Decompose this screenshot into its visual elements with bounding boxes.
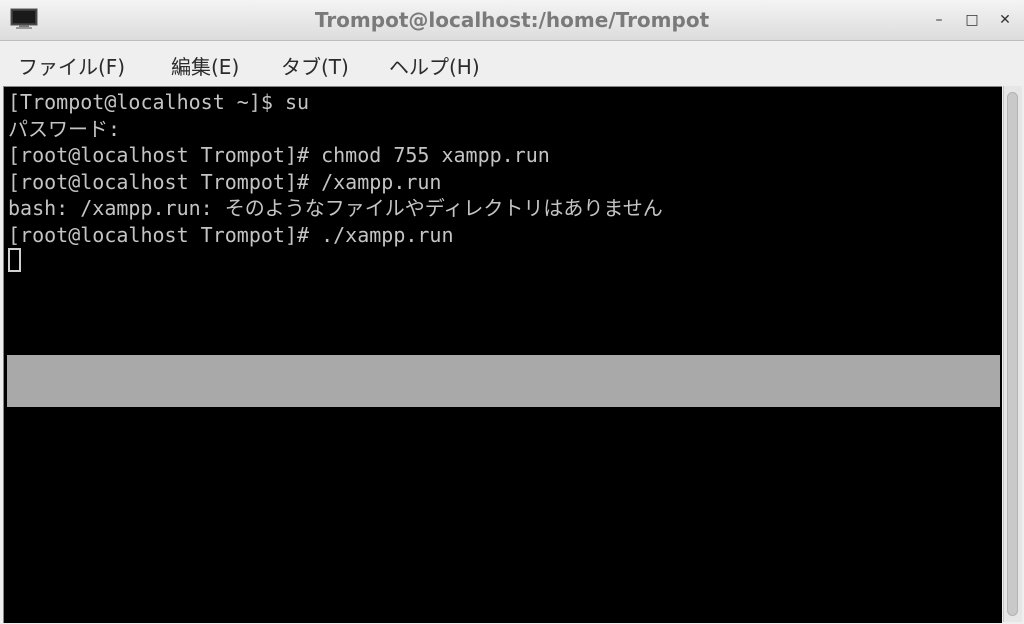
terminal-line: [Trompot@localhost ~]$ su xyxy=(8,90,310,114)
menu-edit[interactable]: 編集(E) xyxy=(171,51,239,80)
scrollbar-thumb[interactable] xyxy=(1007,92,1018,616)
text-cursor xyxy=(8,248,21,272)
terminal-line: bash: /xampp.run: そのようなファイルやディレクトリはありません xyxy=(8,196,663,220)
terminal-line: パスワード: xyxy=(8,116,121,141)
minimize-button[interactable]: – xyxy=(928,9,950,31)
menu-file[interactable]: ファイル(F) xyxy=(18,51,125,80)
terminal-output[interactable]: [Trompot@localhost ~]$ su パスワード: [root@l… xyxy=(3,86,1002,623)
terminal-line: [root@localhost Trompot]# /xampp.run xyxy=(8,169,442,194)
maximize-button[interactable]: □ xyxy=(961,9,983,31)
vertical-scrollbar[interactable] xyxy=(1003,86,1022,622)
selection-highlight xyxy=(7,355,1000,407)
title-bar[interactable]: Trompot@localhost:/home/Trompot – □ ✕ xyxy=(0,0,1024,41)
terminal-lines: [Trompot@localhost ~]$ su パスワード: [root@l… xyxy=(8,89,663,275)
terminal-line: [root@localhost Trompot]# ./xampp.run xyxy=(8,222,454,247)
terminal-line: [root@localhost Trompot]# chmod 755 xamp… xyxy=(8,143,550,167)
menu-bar: ファイル(F) 編集(E) タブ(T) ヘルプ(H) xyxy=(0,41,1024,85)
window-title: Trompot@localhost:/home/Trompot xyxy=(314,8,710,32)
terminal-cursor-line xyxy=(8,248,663,275)
close-button[interactable]: ✕ xyxy=(994,9,1016,31)
terminal-window: Trompot@localhost:/home/Trompot – □ ✕ ファ… xyxy=(0,0,1024,624)
menu-tabs[interactable]: タブ(T) xyxy=(281,51,349,80)
menu-help[interactable]: ヘルプ(H) xyxy=(389,51,480,80)
